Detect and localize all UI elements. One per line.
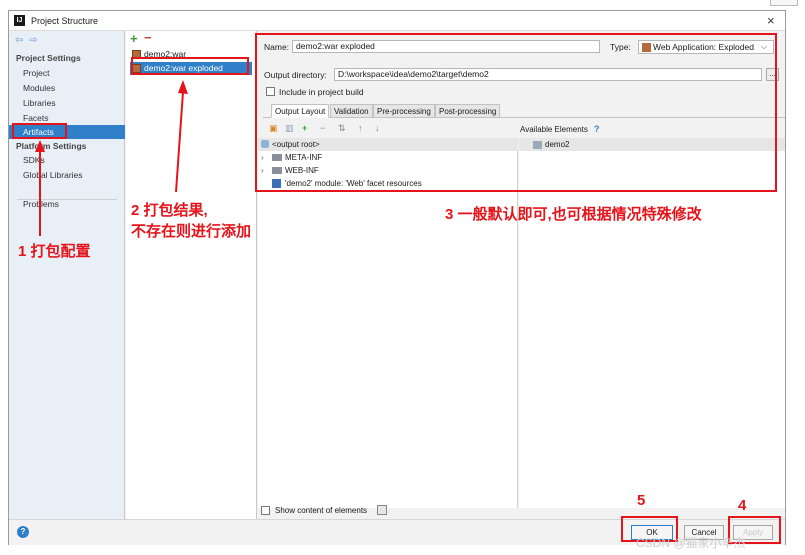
- annotation-step-5: 5: [637, 492, 646, 509]
- annotation-step-3: 3 一般默认即可,也可根据情况特殊修改: [445, 206, 702, 223]
- arrow-head-2: [178, 80, 188, 94]
- watermark: CSDN @猫家小辛杰: [636, 536, 746, 550]
- annotation-step-2-line1: 2 打包结果,: [131, 202, 208, 219]
- arrow-line-2: [175, 91, 184, 193]
- annotation-step-1: 1 打包配置: [18, 243, 91, 260]
- annotation-step-4: 4: [738, 497, 747, 514]
- annotation-step-2-line2: 不存在则进行添加: [131, 223, 252, 240]
- arrow-head-1: [35, 140, 45, 152]
- annotation-arrows: [35, 80, 188, 236]
